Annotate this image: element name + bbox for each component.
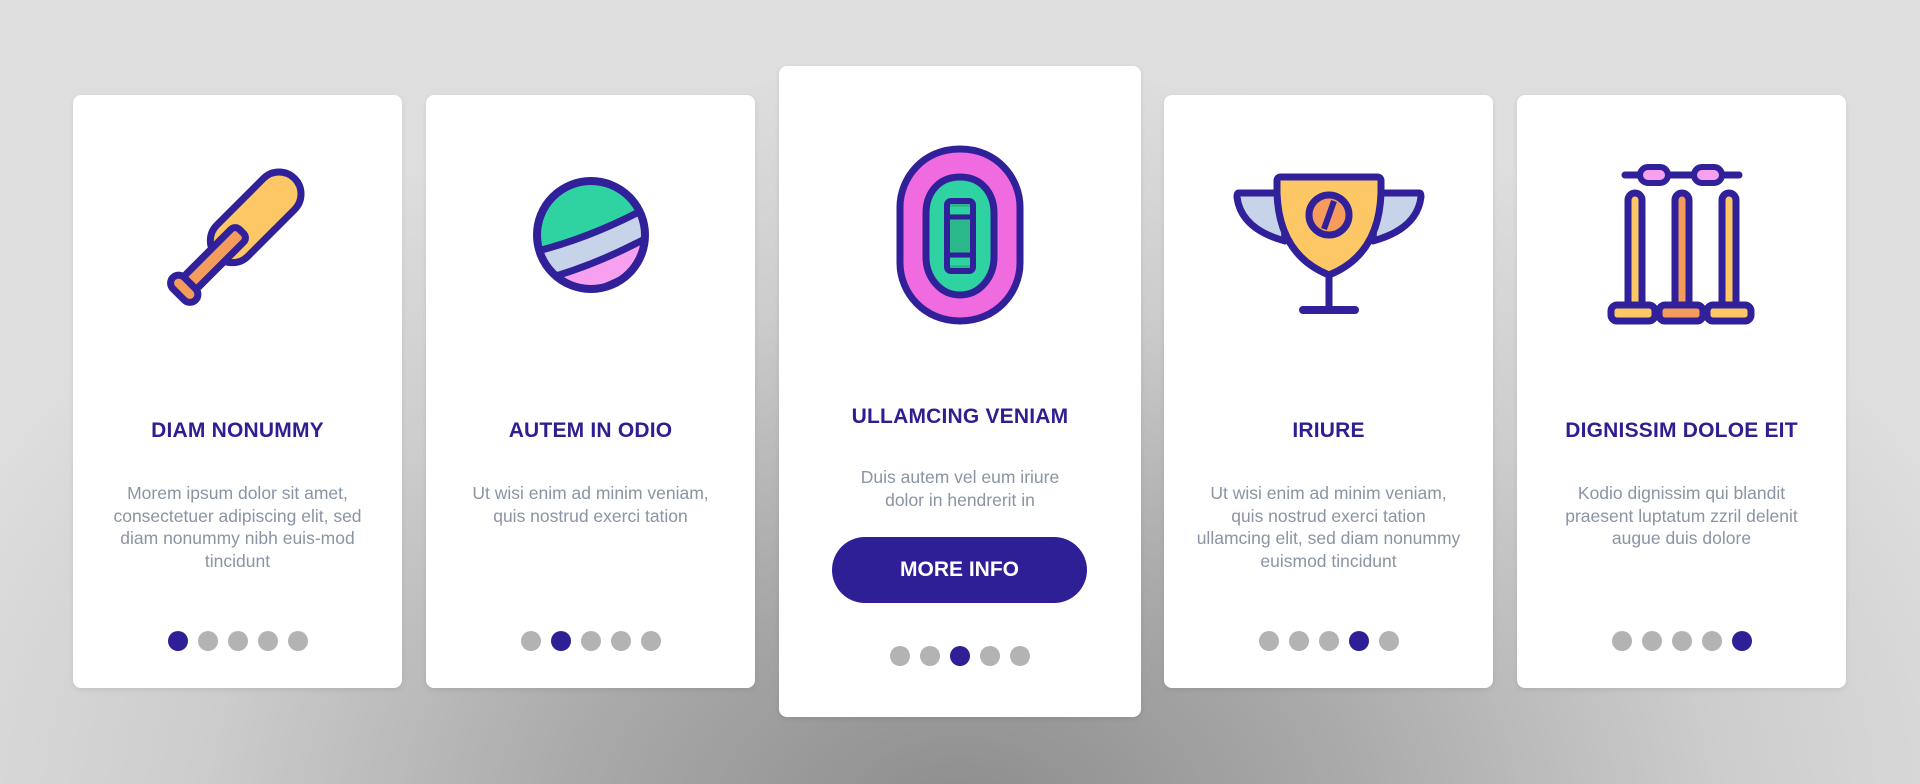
cricket-stadium-icon xyxy=(896,145,1024,325)
page-dot-5[interactable] xyxy=(1378,631,1399,651)
onboarding-card-3: ULLAMCING VENIAM Duis autem vel eum iriu… xyxy=(779,66,1141,717)
page-dot-3[interactable] xyxy=(950,646,970,666)
page-dot-2[interactable] xyxy=(197,631,218,651)
cricket-bat-icon xyxy=(166,168,305,306)
card-title: DIGNISSIM DOLOE EIT xyxy=(1565,419,1798,442)
card-description: Ut wisi enim ad minim veniam, quis nostr… xyxy=(1196,483,1461,571)
page-dot-4[interactable] xyxy=(257,631,278,651)
onboarding-card-2: AUTEM IN ODIO Ut wisi enim ad minim veni… xyxy=(426,95,755,688)
page-dot-1[interactable] xyxy=(167,631,188,651)
card-description: Kodio dignissim qui blandit praesent lup… xyxy=(1565,483,1798,548)
page-dot-5[interactable] xyxy=(640,631,661,651)
page-dot-2[interactable] xyxy=(1288,631,1309,651)
page-dot-2[interactable] xyxy=(1641,631,1662,651)
page-dot-3[interactable] xyxy=(580,631,601,651)
onboarding-card-5: DIGNISSIM DOLOE EIT Kodio dignissim qui … xyxy=(1517,95,1846,688)
pagination-dots xyxy=(779,646,1141,666)
card-title: AUTEM IN ODIO xyxy=(508,419,673,442)
card-title: DIAM NONUMMY xyxy=(151,419,324,442)
page-dot-4[interactable] xyxy=(1348,631,1369,651)
card-title: IRIURE xyxy=(1292,419,1365,442)
page-dot-1[interactable] xyxy=(1611,631,1632,651)
pagination-dots xyxy=(426,631,755,651)
onboarding-card-4: IRIURE Ut wisi enim ad minim veniam, qui… xyxy=(1164,95,1493,688)
pagination-dots xyxy=(1164,631,1493,651)
page-dot-2[interactable] xyxy=(550,631,571,651)
page-dot-5[interactable] xyxy=(287,631,308,651)
page-dot-5[interactable] xyxy=(1731,631,1752,651)
page-dot-3[interactable] xyxy=(227,631,248,651)
card-description: Ut wisi enim ad minim veniam, quis nostr… xyxy=(472,483,709,526)
page-dot-3[interactable] xyxy=(1671,631,1692,651)
page-dot-4[interactable] xyxy=(980,646,1000,666)
page-dot-3[interactable] xyxy=(1318,631,1339,651)
cricket-ball-icon xyxy=(532,177,649,293)
page-dot-2[interactable] xyxy=(920,646,940,666)
card-description: Morem ipsum dolor sit amet, consectetuer… xyxy=(113,483,362,571)
page-dot-4[interactable] xyxy=(1701,631,1722,651)
page-dot-1[interactable] xyxy=(890,646,910,666)
cricket-wicket-icon xyxy=(1607,164,1754,325)
pagination-dots xyxy=(73,631,402,651)
card-title: ULLAMCING VENIAM xyxy=(851,405,1069,428)
page-dot-4[interactable] xyxy=(610,631,631,651)
page-dot-1[interactable] xyxy=(520,631,541,651)
page-dot-5[interactable] xyxy=(1010,646,1030,666)
onboarding-card-1: DIAM NONUMMY Morem ipsum dolor sit amet,… xyxy=(73,95,402,688)
pagination-dots xyxy=(1517,631,1846,651)
more-info-button[interactable]: MORE INFO xyxy=(832,537,1087,603)
trophy-icon xyxy=(1233,173,1424,314)
card-description: Duis autem vel eum iriure dolor in hendr… xyxy=(860,467,1060,510)
page-dot-1[interactable] xyxy=(1258,631,1279,651)
